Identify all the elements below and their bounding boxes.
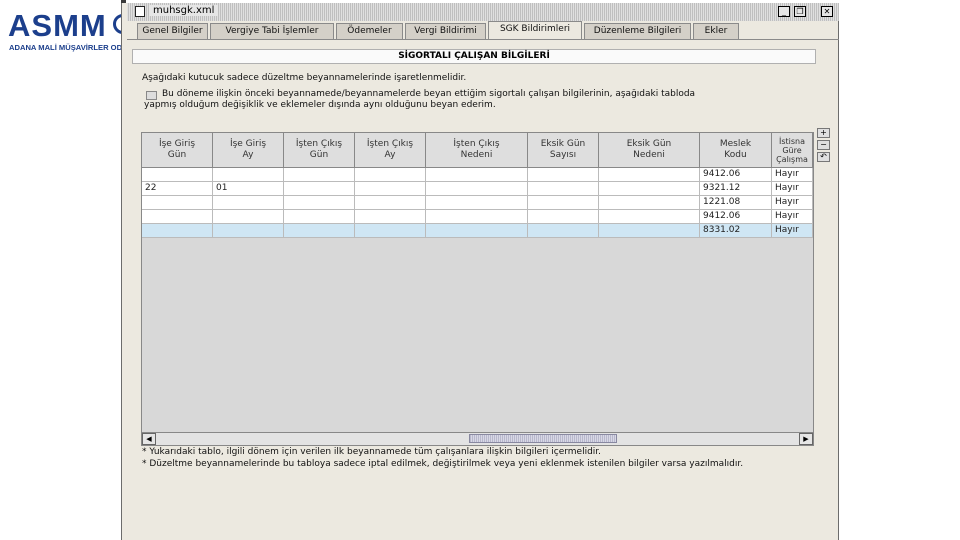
- col-header-eksik-gun-nedeni[interactable]: Eksik Gün Nedeni: [599, 133, 700, 168]
- col-header-isten-cikis-ay[interactable]: İşten Çıkış Ay: [355, 133, 426, 168]
- tab-duzenleme-bilgileri[interactable]: Düzenleme Bilgileri: [584, 23, 691, 39]
- col-header-isten-cikis-nedeni[interactable]: İşten Çıkış Nedeni: [426, 133, 528, 168]
- document-icon: [135, 6, 145, 17]
- table-cell[interactable]: [599, 196, 700, 210]
- table-cell[interactable]: Hayır: [772, 210, 813, 224]
- table-cell[interactable]: [355, 182, 426, 196]
- tab-divider: [127, 39, 839, 40]
- restore-icon[interactable]: ❐: [794, 6, 806, 17]
- table-cell[interactable]: Hayır: [772, 168, 813, 182]
- table-cell[interactable]: [142, 224, 213, 238]
- table-cell[interactable]: [528, 182, 599, 196]
- asmm-logo: ASMM TM ADANA MALİ MÜŞAVİRLER ODASI: [0, 0, 140, 60]
- table-cell[interactable]: [426, 210, 528, 224]
- checkbox-label-line2: yapmış olduğum değişiklik ve eklemeler d…: [144, 100, 496, 110]
- checkbox-label-line1: Bu döneme ilişkin önceki beyannamede/bey…: [162, 89, 696, 99]
- table-cell[interactable]: [213, 196, 284, 210]
- table-cell[interactable]: 8331.02: [700, 224, 772, 238]
- col-header-ise-giris-gun[interactable]: İşe Giriş Gün: [142, 133, 213, 168]
- table-cell[interactable]: [528, 224, 599, 238]
- table-cell[interactable]: [426, 182, 528, 196]
- table-cell[interactable]: [355, 210, 426, 224]
- table-cell[interactable]: 9412.06: [700, 210, 772, 224]
- undo-icon[interactable]: ↶: [817, 152, 830, 162]
- table-cell[interactable]: 9412.06: [700, 168, 772, 182]
- col-header-ise-giris-ay[interactable]: İşe Giriş Ay: [213, 133, 284, 168]
- tab-sgk-bildirimleri[interactable]: SGK Bildirimleri: [488, 21, 582, 39]
- minimize-icon[interactable]: _: [778, 6, 790, 17]
- col-header-eksik-gun-sayisi[interactable]: Eksik Gün Sayısı: [528, 133, 599, 168]
- table-cell[interactable]: [213, 168, 284, 182]
- tab-odemeler[interactable]: Ödemeler: [336, 23, 403, 39]
- table-cell[interactable]: [599, 210, 700, 224]
- application-window: muhsgk.xml _ ❐ ✕ Genel Bilgiler Vergiye …: [121, 3, 839, 540]
- table-cell[interactable]: [284, 210, 355, 224]
- table-cell[interactable]: [284, 224, 355, 238]
- table-cell[interactable]: [426, 168, 528, 182]
- table-cell[interactable]: [213, 210, 284, 224]
- section-title: SİGORTALI ÇALIŞAN BİLGİLERİ: [132, 49, 816, 64]
- instruction-text: Aşağıdaki kutucuk sadece düzeltme beyann…: [142, 73, 467, 83]
- table-cell[interactable]: [142, 196, 213, 210]
- table-cell[interactable]: [426, 196, 528, 210]
- close-icon[interactable]: ✕: [821, 6, 833, 17]
- tab-genel-bilgiler[interactable]: Genel Bilgiler: [137, 23, 208, 39]
- table-cell[interactable]: [528, 168, 599, 182]
- table-cell[interactable]: [213, 224, 284, 238]
- arrow-left-icon[interactable]: ◀: [142, 433, 156, 445]
- table-cell[interactable]: 1221.08: [700, 196, 772, 210]
- logo-text: ASMM: [8, 8, 107, 43]
- tab-vergiye-tabi-islemler[interactable]: Vergiye Tabi İşlemler: [210, 23, 334, 39]
- table-cell[interactable]: [426, 224, 528, 238]
- table-cell[interactable]: [599, 224, 700, 238]
- tab-vergi-bildirimi[interactable]: Vergi Bildirimi: [405, 23, 486, 39]
- table-cell[interactable]: [284, 196, 355, 210]
- table-cell[interactable]: [528, 210, 599, 224]
- horizontal-scrollbar[interactable]: ◀ ▶: [142, 432, 813, 445]
- add-row-icon[interactable]: +: [817, 128, 830, 138]
- table-cell[interactable]: [142, 210, 213, 224]
- table-cell[interactable]: Hayır: [772, 182, 813, 196]
- window-title: muhsgk.xml: [149, 5, 219, 16]
- footnote-2: * Düzeltme beyannamelerinde bu tabloya s…: [142, 459, 744, 469]
- table-cell[interactable]: Hayır: [772, 196, 813, 210]
- tab-bar: Genel Bilgiler Vergiye Tabi İşlemler Öde…: [127, 21, 839, 39]
- table-cell[interactable]: [599, 182, 700, 196]
- table-cell[interactable]: Hayır: [772, 224, 813, 238]
- delete-row-icon[interactable]: −: [817, 140, 830, 150]
- table-cell[interactable]: [284, 168, 355, 182]
- col-header-meslek-kodu[interactable]: Meslek Kodu: [700, 133, 772, 168]
- table-cell[interactable]: 01: [213, 182, 284, 196]
- table-cell[interactable]: [142, 168, 213, 182]
- table-cell[interactable]: 22: [142, 182, 213, 196]
- tab-ekler[interactable]: Ekler: [693, 23, 739, 39]
- table-cell[interactable]: [284, 182, 355, 196]
- table-cell[interactable]: [599, 168, 700, 182]
- footnote-1: * Yukarıdaki tablo, ilgili dönem için ve…: [142, 447, 602, 457]
- table-cell[interactable]: [355, 168, 426, 182]
- employee-table: İşe Giriş Gün İşe Giriş Ay İşten Çıkış G…: [141, 132, 814, 446]
- col-header-isten-cikis-gun[interactable]: İşten Çıkış Gün: [284, 133, 355, 168]
- declaration-checkbox[interactable]: [146, 91, 157, 100]
- col-header-istisna-calisma[interactable]: İstisna Güre Çalışma: [772, 133, 813, 168]
- table-cell[interactable]: [355, 196, 426, 210]
- arrow-right-icon[interactable]: ▶: [799, 433, 813, 445]
- logo-subtitle: ADANA MALİ MÜŞAVİRLER ODASI: [9, 43, 135, 52]
- table-cell[interactable]: 9321.12: [700, 182, 772, 196]
- title-bar[interactable]: muhsgk.xml _ ❐ ✕: [127, 3, 839, 21]
- table-cell[interactable]: [528, 196, 599, 210]
- table-cell[interactable]: [355, 224, 426, 238]
- scrollbar-thumb[interactable]: [469, 434, 617, 443]
